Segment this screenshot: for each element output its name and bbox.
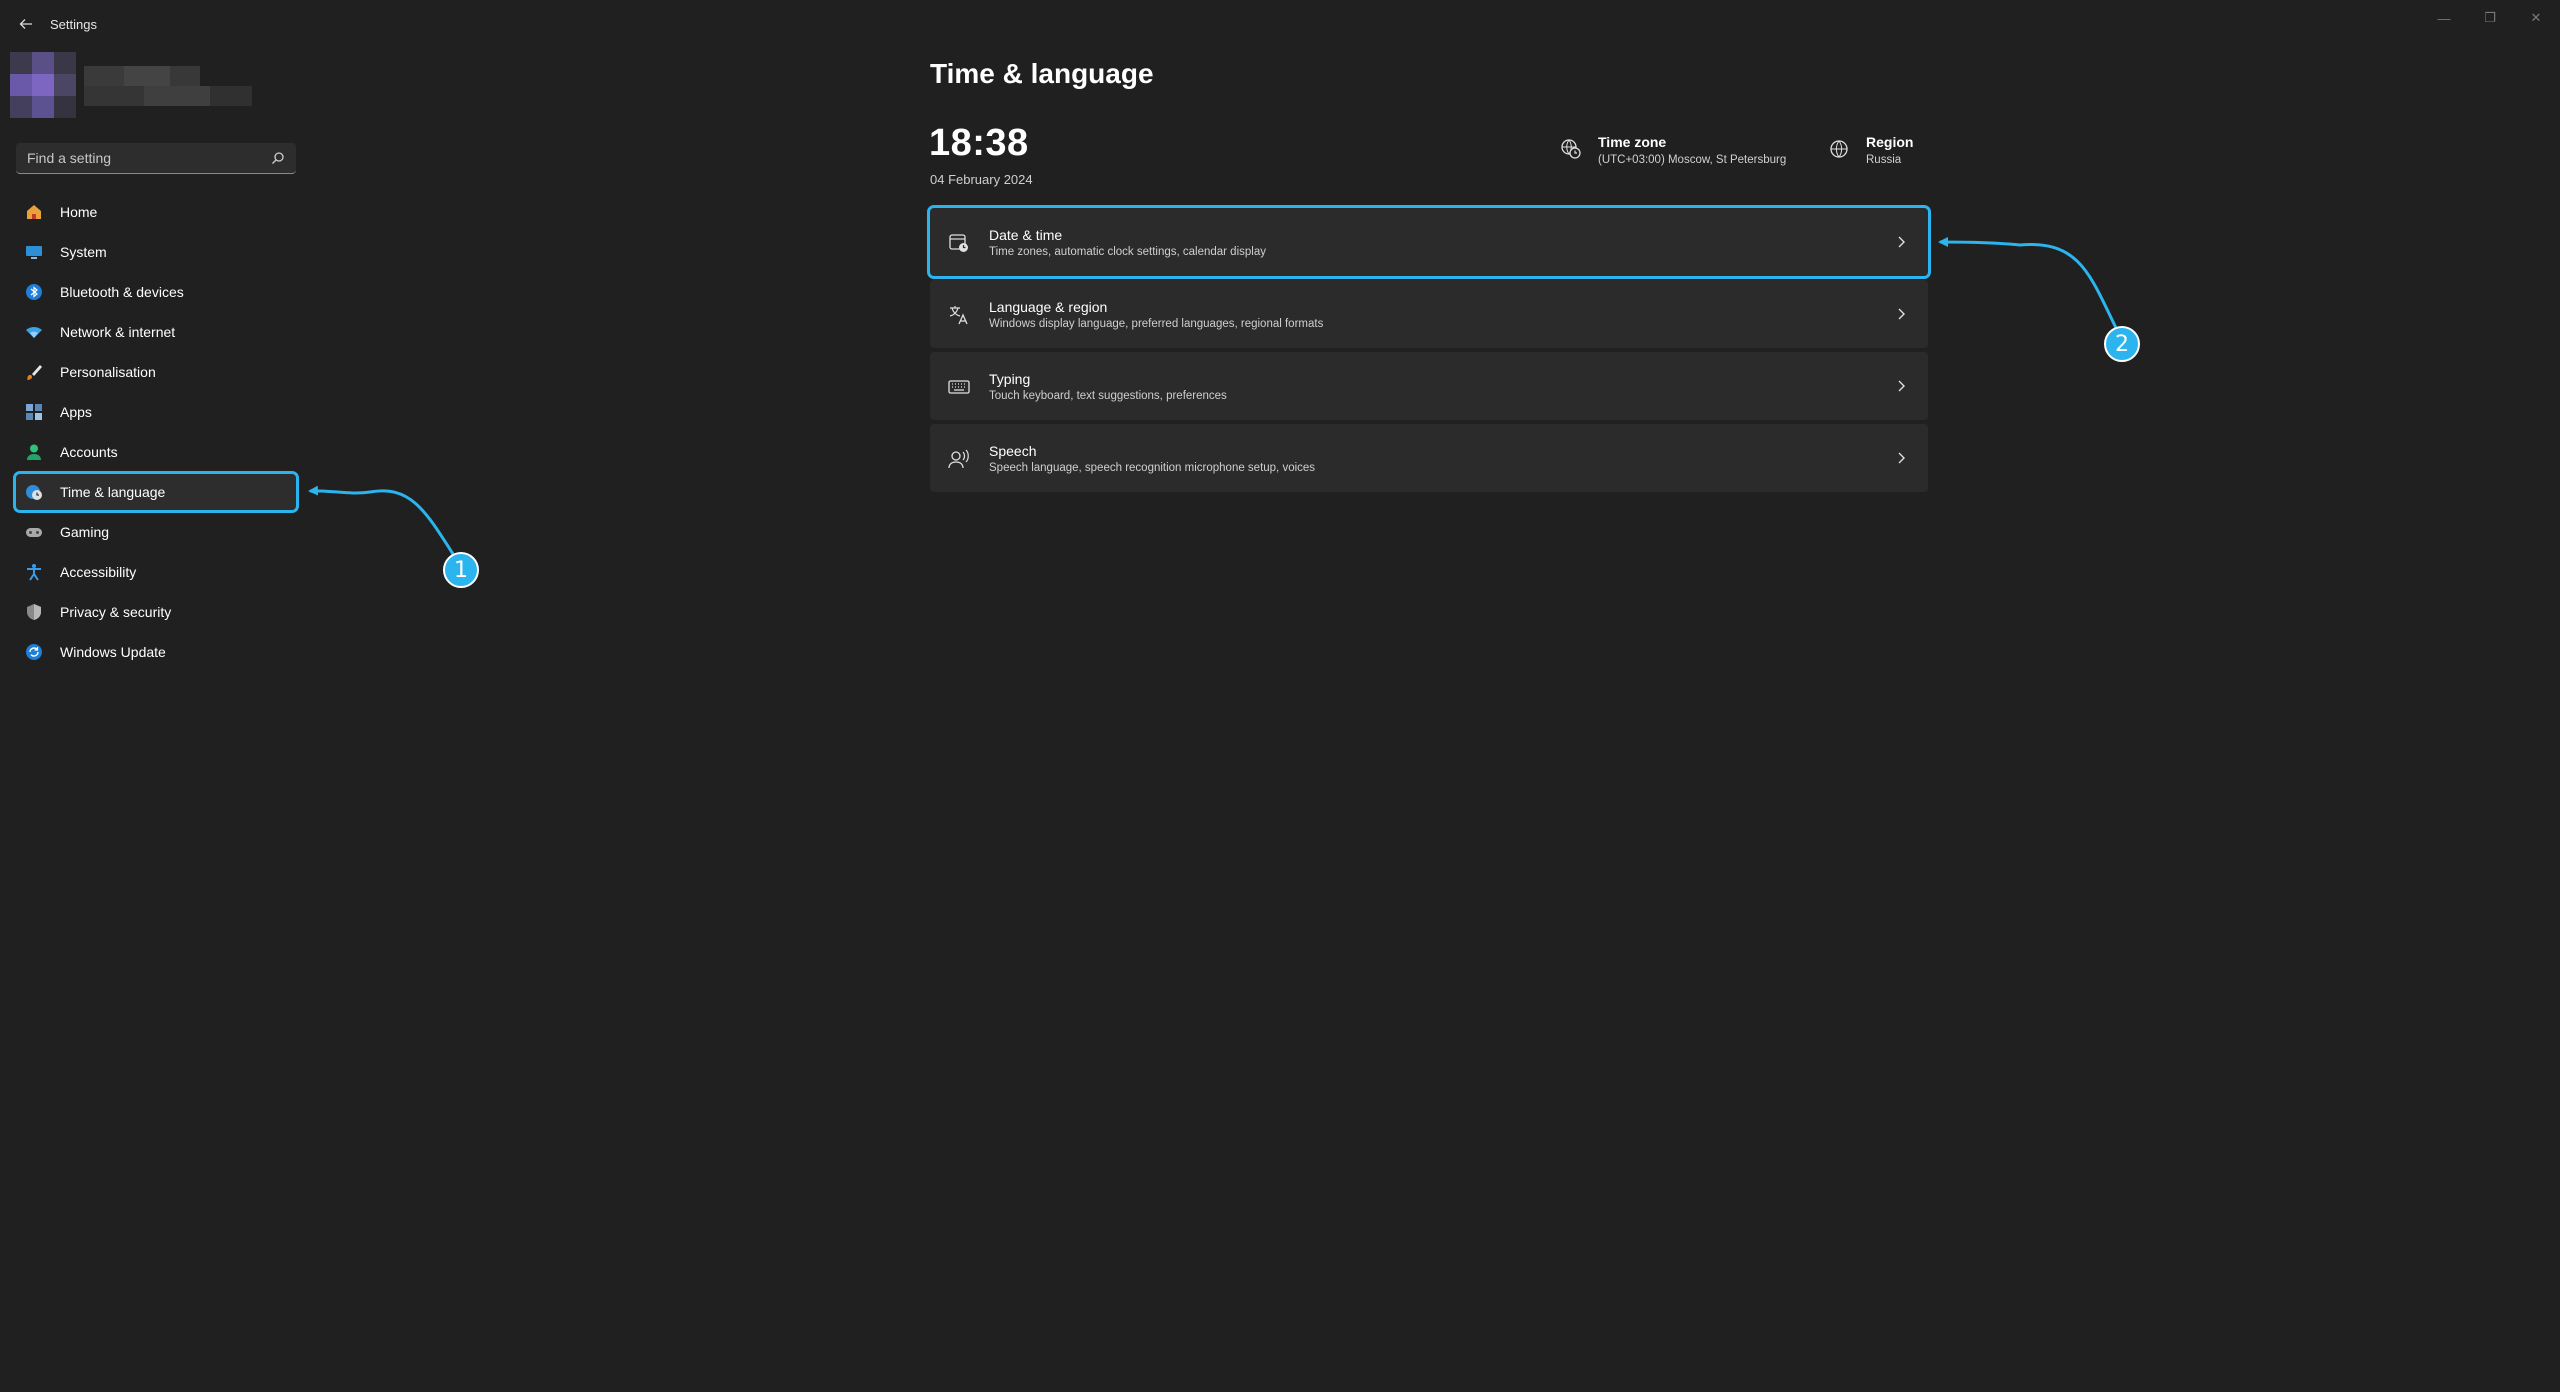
- annotation-arrow-2: [1938, 237, 2119, 331]
- sidebar-item-label: Apps: [60, 404, 92, 420]
- card-description: Windows display language, preferred lang…: [989, 318, 1324, 330]
- annotation-badge-1: 1: [443, 552, 479, 588]
- globe-icon: [1830, 140, 1848, 158]
- close-button[interactable]: ✕: [2516, 6, 2556, 30]
- sidebar-item-system[interactable]: System: [16, 234, 296, 270]
- time-zone-label: Time zone: [1598, 134, 1667, 150]
- shield-icon: [27, 604, 41, 620]
- settings-cards: Date & time Time zones, automatic clock …: [927, 205, 1931, 496]
- sidebar-item-accounts[interactable]: Accounts: [16, 434, 296, 470]
- sidebar-item-windows-update[interactable]: Windows Update: [16, 634, 296, 670]
- person-icon: [27, 444, 41, 460]
- sidebar-item-label: System: [60, 244, 107, 260]
- current-date: 04 February 2024: [930, 172, 1033, 187]
- sidebar-nav: Home System Bluetooth & devices Network …: [13, 194, 299, 674]
- search-box[interactable]: [16, 143, 296, 174]
- bluetooth-icon: [26, 284, 42, 300]
- sidebar-item-label: Accounts: [60, 444, 118, 460]
- sidebar-item-label: Gaming: [60, 524, 110, 540]
- search-input[interactable]: [16, 150, 256, 166]
- language-icon: [949, 306, 968, 325]
- region-label: Region: [1866, 134, 1914, 150]
- chevron-right-icon: [1898, 236, 1905, 248]
- gamepad-icon: [26, 528, 42, 537]
- sidebar-item-label: Network & internet: [60, 324, 176, 340]
- search-icon[interactable]: [271, 151, 285, 165]
- avatar: [10, 52, 76, 118]
- back-button[interactable]: [14, 12, 38, 36]
- sidebar-item-personalisation[interactable]: Personalisation: [16, 354, 296, 390]
- sidebar-item-gaming[interactable]: Gaming: [16, 514, 296, 550]
- accessibility-icon: [27, 564, 41, 581]
- wifi-icon: [26, 327, 42, 338]
- app-title: Settings: [50, 17, 97, 32]
- sidebar-item-privacy[interactable]: Privacy & security: [16, 594, 296, 630]
- monitor-icon: [26, 246, 42, 259]
- title-bar: Settings — ❐ ✕: [0, 0, 2560, 48]
- chevron-right-icon: [1898, 380, 1905, 392]
- globe-clock-icon: [26, 485, 42, 500]
- sidebar-item-label: Personalisation: [60, 364, 156, 380]
- chevron-right-icon: [1898, 452, 1905, 464]
- card-description: Time zones, automatic clock settings, ca…: [989, 246, 1266, 258]
- back-arrow-icon: [19, 19, 32, 29]
- sidebar-item-label: Privacy & security: [60, 604, 172, 620]
- region-value: Russia: [1866, 154, 1902, 166]
- home-icon: [27, 205, 41, 219]
- time-zone-icon: [1561, 139, 1581, 159]
- user-profile[interactable]: [10, 52, 252, 120]
- card-language-region[interactable]: Language & region Windows display langua…: [930, 280, 1928, 348]
- region-info: Region Russia: [1828, 132, 1948, 172]
- card-description: Speech language, speech recognition micr…: [989, 462, 1316, 474]
- card-description: Touch keyboard, text suggestions, prefer…: [989, 390, 1227, 402]
- sidebar-item-accessibility[interactable]: Accessibility: [16, 554, 296, 590]
- minimize-button[interactable]: —: [2424, 6, 2464, 30]
- card-typing[interactable]: Typing Touch keyboard, text suggestions,…: [930, 352, 1928, 420]
- card-title: Date & time: [989, 227, 1063, 243]
- calendar-clock-icon: [949, 234, 968, 252]
- sidebar-item-label: Accessibility: [60, 564, 137, 580]
- sidebar-item-bluetooth[interactable]: Bluetooth & devices: [16, 274, 296, 310]
- card-title: Speech: [989, 443, 1037, 459]
- time-zone-value: (UTC+03:00) Moscow, St Petersburg: [1598, 154, 1787, 166]
- time-zone-info: Time zone (UTC+03:00) Moscow, St Petersb…: [1560, 132, 1800, 172]
- card-title: Typing: [989, 371, 1031, 387]
- sidebar-item-home[interactable]: Home: [16, 194, 296, 230]
- update-icon: [26, 644, 42, 660]
- chevron-right-icon: [1898, 308, 1905, 320]
- card-speech[interactable]: Speech Speech language, speech recogniti…: [930, 424, 1928, 492]
- sidebar-item-label: Home: [60, 204, 98, 220]
- card-date-time[interactable]: Date & time Time zones, automatic clock …: [927, 205, 1931, 279]
- keyboard-icon: [948, 380, 970, 394]
- sidebar-item-apps[interactable]: Apps: [16, 394, 296, 430]
- annotation-arrow-1: [308, 485, 455, 555]
- card-title: Language & region: [989, 299, 1108, 315]
- apps-icon: [26, 404, 42, 420]
- current-time: 18:38: [929, 122, 1029, 164]
- sidebar-item-label: Windows Update: [60, 644, 166, 660]
- sidebar-item-label: Time & language: [60, 484, 166, 500]
- speech-icon: [948, 449, 969, 469]
- page-title: Time & language: [930, 58, 1154, 89]
- maximize-button[interactable]: ❐: [2470, 6, 2510, 30]
- annotation-badge-2: 2: [2104, 326, 2140, 362]
- sidebar-item-label: Bluetooth & devices: [60, 284, 184, 300]
- brush-icon: [27, 365, 42, 380]
- sidebar-item-network[interactable]: Network & internet: [16, 314, 296, 350]
- sidebar-item-time-language[interactable]: Time & language: [13, 471, 299, 513]
